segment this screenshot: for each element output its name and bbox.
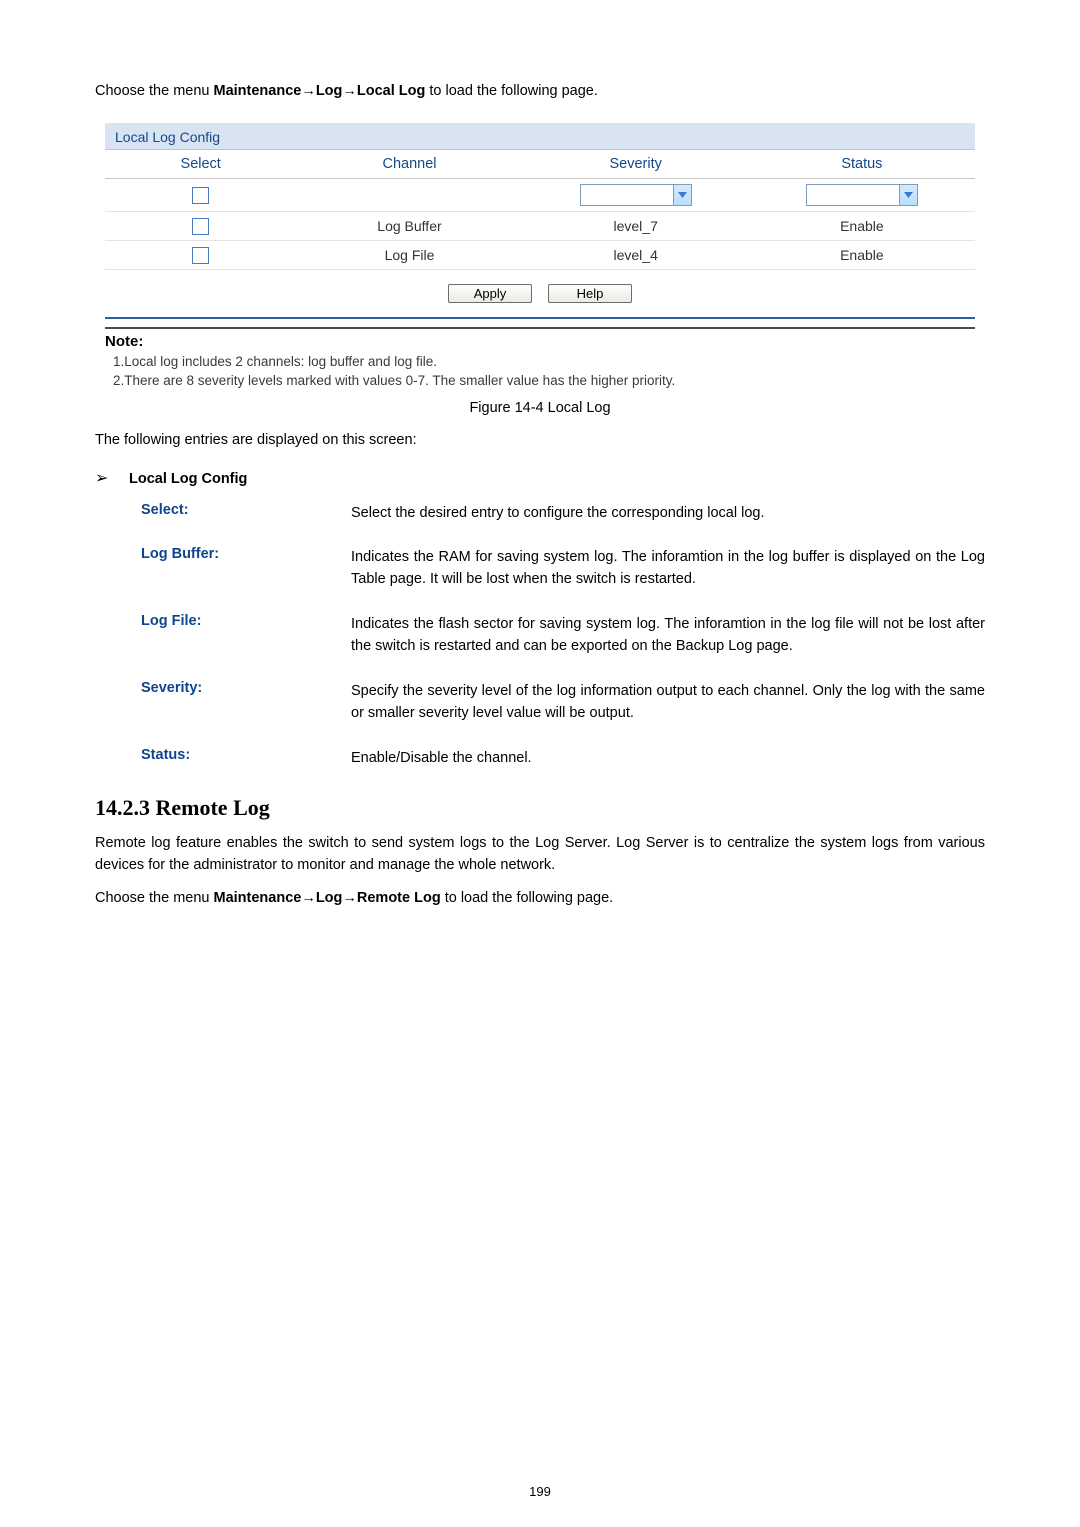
panel-button-bar: Apply Help [105, 270, 975, 317]
field-label: Status: [141, 747, 351, 769]
field-label: Severity: [141, 680, 351, 725]
field-desc: Indicates the RAM for saving system log.… [351, 546, 985, 591]
note-block: Note: 1.Local log includes 2 channels: l… [105, 327, 975, 388]
remote-log-paragraph: Remote log feature enables the switch to… [95, 833, 985, 877]
field-status: Status: Enable/Disable the channel. [141, 747, 985, 769]
cell-status: Enable [749, 240, 975, 269]
severity-dropdown[interactable] [580, 184, 692, 206]
col-channel: Channel [296, 150, 522, 179]
note-title: Note: [105, 333, 975, 350]
menu-path: Maintenance→Log→Local Log [214, 83, 426, 99]
bullet-icon: ➢ [95, 468, 129, 488]
col-select: Select [105, 150, 296, 179]
field-log-file: Log File: Indicates the flash sector for… [141, 613, 985, 658]
field-log-buffer: Log Buffer: Indicates the RAM for saving… [141, 546, 985, 591]
status-dropdown[interactable] [806, 184, 918, 206]
figure-caption: Figure 14-4 Local Log [95, 400, 985, 416]
intro-text: The following entries are displayed on t… [95, 430, 985, 452]
section-title: Local Log Config [129, 471, 247, 487]
col-severity: Severity [523, 150, 749, 179]
section-header: ➢ Local Log Config [95, 468, 985, 488]
note-divider [105, 327, 975, 329]
menu-path: Maintenance→Log→Remote Log [214, 890, 441, 906]
config-table: Select Channel Severity Status [105, 150, 975, 270]
table-header-row: Select Channel Severity Status [105, 150, 975, 179]
menu-suffix: to load the following page. [441, 890, 614, 906]
menu-prefix: Choose the menu [95, 890, 214, 906]
cell-severity: level_4 [523, 240, 749, 269]
menu-prefix: Choose the menu [95, 83, 214, 99]
row-checkbox[interactable] [192, 218, 209, 235]
cell-status: Enable [749, 212, 975, 241]
field-label: Log Buffer: [141, 546, 351, 591]
cell-severity: level_7 [523, 212, 749, 241]
row-checkbox[interactable] [192, 247, 209, 264]
chevron-down-icon [899, 185, 917, 205]
table-row [105, 179, 975, 212]
cell-channel [296, 179, 522, 212]
table-row: Log File level_4 Enable [105, 240, 975, 269]
field-desc: Indicates the flash sector for saving sy… [351, 613, 985, 658]
field-desc: Specify the severity level of the log in… [351, 680, 985, 725]
cell-channel: Log Buffer [296, 212, 522, 241]
field-severity: Severity: Specify the severity level of … [141, 680, 985, 725]
apply-button[interactable]: Apply [448, 284, 532, 303]
col-status: Status [749, 150, 975, 179]
field-label: Log File: [141, 613, 351, 658]
field-select: Select: Select the desired entry to conf… [141, 502, 985, 524]
cell-channel: Log File [296, 240, 522, 269]
local-log-config-panel: Local Log Config Select Channel Severity… [105, 123, 975, 319]
note-line-2: 2.There are 8 severity levels marked wit… [113, 373, 975, 388]
page-number: 199 [0, 1484, 1080, 1499]
menu-path-remote: Choose the menu Maintenance→Log→Remote L… [95, 887, 985, 910]
chevron-down-icon [673, 185, 691, 205]
select-all-checkbox[interactable] [192, 187, 209, 204]
field-definitions: Select: Select the desired entry to conf… [141, 502, 985, 770]
note-line-1: 1.Local log includes 2 channels: log buf… [113, 354, 975, 369]
table-row: Log Buffer level_7 Enable [105, 212, 975, 241]
section-heading-remote-log: 14.2.3 Remote Log [95, 795, 985, 821]
help-button[interactable]: Help [548, 284, 632, 303]
field-desc: Select the desired entry to configure th… [351, 502, 985, 524]
menu-suffix: to load the following page. [425, 83, 598, 99]
panel-title: Local Log Config [105, 123, 975, 150]
menu-path-local: Choose the menu Maintenance→Log→Local Lo… [95, 80, 985, 103]
field-label: Select: [141, 502, 351, 524]
field-desc: Enable/Disable the channel. [351, 747, 985, 769]
